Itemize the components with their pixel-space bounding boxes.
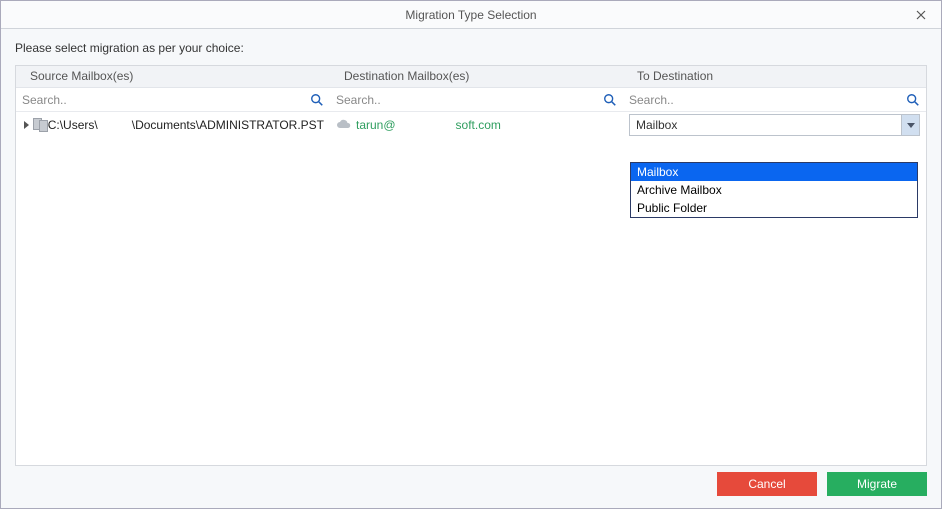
combo-dropdown-button[interactable] bbox=[901, 115, 919, 135]
combo-selected-value: Mailbox bbox=[630, 118, 901, 132]
close-button[interactable] bbox=[901, 1, 941, 29]
cancel-button[interactable]: Cancel bbox=[717, 472, 817, 496]
migration-panel: Source Mailbox(es) Destination Mailbox(e… bbox=[15, 65, 927, 466]
dropdown-option-public-folder[interactable]: Public Folder bbox=[631, 199, 917, 217]
migrate-button[interactable]: Migrate bbox=[827, 472, 927, 496]
source-path: C:\Users\\Documents\ADMINISTRATOR.PST bbox=[48, 118, 324, 132]
file-icon bbox=[33, 118, 44, 132]
column-headers: Source Mailbox(es) Destination Mailbox(e… bbox=[16, 66, 926, 88]
source-cell[interactable]: C:\Users\\Documents\ADMINISTRATOR.PST bbox=[16, 118, 330, 132]
dropdown-option-archive-mailbox[interactable]: Archive Mailbox bbox=[631, 181, 917, 199]
window-title: Migration Type Selection bbox=[405, 8, 536, 22]
header-to-destination: To Destination bbox=[623, 66, 926, 87]
search-input-destination[interactable] bbox=[330, 90, 623, 110]
destination-address: tarun@soft.com bbox=[356, 118, 501, 132]
search-input-todestination[interactable] bbox=[623, 90, 926, 110]
cloud-icon bbox=[336, 117, 352, 133]
header-destination: Destination Mailbox(es) bbox=[330, 66, 623, 87]
destination-type-combo[interactable]: Mailbox bbox=[629, 114, 920, 136]
header-source: Source Mailbox(es) bbox=[16, 66, 330, 87]
footer-buttons: Cancel Migrate bbox=[717, 472, 927, 496]
dropdown-option-mailbox[interactable]: Mailbox bbox=[631, 163, 917, 181]
instruction-text: Please select migration as per your choi… bbox=[15, 41, 927, 55]
close-icon bbox=[916, 10, 926, 20]
title-bar: Migration Type Selection bbox=[1, 1, 941, 29]
chevron-down-icon bbox=[907, 123, 915, 128]
content-area: Please select migration as per your choi… bbox=[1, 29, 941, 508]
search-row bbox=[16, 88, 926, 112]
search-input-source[interactable] bbox=[16, 90, 330, 110]
to-destination-cell: Mailbox bbox=[623, 114, 926, 136]
destination-cell[interactable]: tarun@soft.com bbox=[330, 117, 623, 133]
table-row: C:\Users\\Documents\ADMINISTRATOR.PST ta… bbox=[16, 112, 926, 138]
expand-icon[interactable] bbox=[24, 121, 29, 129]
destination-type-dropdown[interactable]: Mailbox Archive Mailbox Public Folder bbox=[630, 162, 918, 218]
